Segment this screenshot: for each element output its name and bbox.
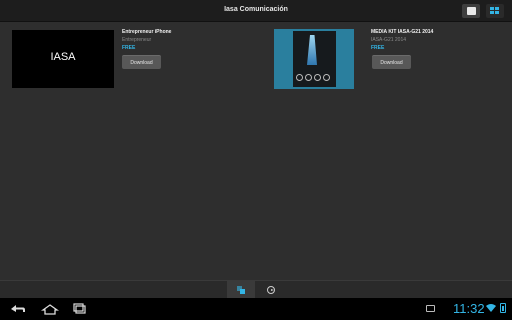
tab-store[interactable] (257, 281, 285, 299)
item-price: FREE (371, 45, 385, 51)
recent-apps-button[interactable] (70, 302, 90, 316)
action-bar: Iasa Comunicación (0, 0, 512, 22)
single-view-icon (467, 7, 476, 15)
magazine-cover-image (293, 31, 336, 87)
home-button[interactable] (40, 302, 60, 316)
notification-icon[interactable] (426, 305, 435, 312)
download-button[interactable]: Download (372, 55, 411, 69)
recent-apps-icon (73, 303, 86, 314)
back-icon (11, 305, 25, 312)
item-thumbnail[interactable] (274, 29, 354, 89)
item-info: MEDIA KIT IASA-G21 2014 IASA-G21 2014 FR… (371, 29, 433, 51)
thumbnail-logo-text: IASA (50, 51, 76, 63)
bottom-tab-bar (0, 280, 512, 299)
item-price: FREE (122, 45, 136, 51)
battery-icon (500, 303, 506, 313)
system-navigation-bar: 11:32 (0, 298, 512, 320)
item-name: MEDIA KIT IASA-G21 2014 (371, 29, 434, 35)
item-info: Entrepreneur iPhone Entrepreneur FREE (122, 29, 171, 51)
item-thumbnail[interactable]: IASA (12, 30, 114, 88)
store-icon (267, 286, 275, 294)
item-subtitle: Entrepreneur (122, 37, 152, 43)
item-subtitle: IASA-G21 2014 (371, 37, 407, 43)
library-icon (237, 286, 245, 294)
home-icon (40, 304, 60, 315)
grid-view-button[interactable] (486, 4, 504, 18)
item-name: Entrepreneur iPhone (122, 29, 172, 35)
wifi-icon (486, 304, 496, 312)
status-clock[interactable]: 11:32 (453, 301, 485, 316)
single-view-button[interactable] (462, 4, 480, 18)
download-button[interactable]: Download (122, 55, 161, 69)
library-content: IASA Entrepreneur iPhone Entrepreneur FR… (0, 22, 512, 280)
back-button[interactable] (8, 302, 28, 316)
app-title: Iasa Comunicación (224, 6, 288, 13)
tab-library[interactable] (227, 281, 255, 299)
